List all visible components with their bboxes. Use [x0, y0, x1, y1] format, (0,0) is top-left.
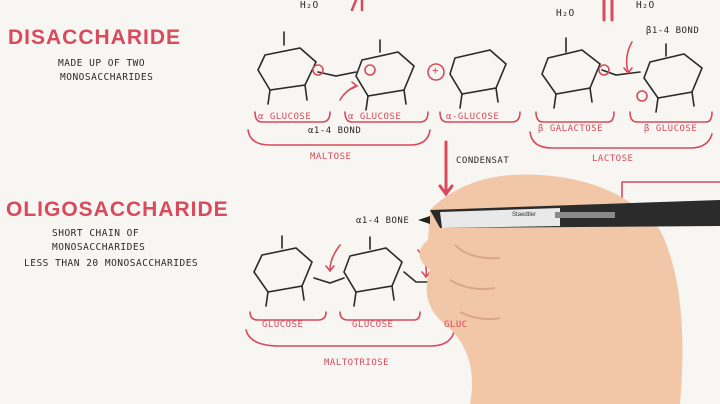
disaccharide-desc-1: MADE UP OF TWO [58, 58, 146, 69]
galactose-ring [541, 49, 601, 95]
bracket-maltotriose [245, 329, 455, 347]
oligo-unit-glucose-1: GLUCOSE [262, 320, 304, 330]
disaccharide-desc-2: MONOSACCHARIDES [60, 72, 154, 83]
pen-brand: Staedtler [512, 212, 537, 218]
alpha-bond-label: α1-4 BOND [308, 126, 362, 136]
oligo-bond-label: α1-4 BONE [356, 216, 410, 226]
unit-label-alpha-glucose-3: α-GLUCOSE [446, 112, 500, 122]
lactose-glucose-ring [643, 53, 703, 99]
hand-with-pen [418, 174, 720, 404]
whiteboard-canvas: H₂O H₂O H₂O DISACCHARIDE MADE UP OF TWO … [0, 0, 720, 404]
water-label-right-2: H₂O [636, 0, 655, 11]
water-label-right-1: H₂O [556, 8, 575, 19]
unit-label-alpha-glucose-2: α GLUCOSE [348, 112, 402, 122]
bracket-glucose-2 [339, 311, 421, 321]
condensation-label: CONDENSAT [456, 156, 510, 166]
oligo-unit-glucose-2: GLUCOSE [352, 320, 394, 330]
oligosaccharide-desc-1: SHORT CHAIN OF [52, 228, 140, 239]
disaccharide-heading: DISACCHARIDE [8, 26, 182, 49]
bracket-lactose [529, 131, 713, 149]
beta-bond-label: β1-4 BOND [646, 26, 700, 36]
maltotriose-ring-2 [343, 247, 403, 293]
lactose-label: LACTOSE [592, 154, 634, 164]
water-label-left: H₂O [300, 0, 319, 11]
maltotriose-ring-1 [253, 247, 313, 293]
oligosaccharide-heading: OLIGOSACCHARIDE [6, 198, 229, 221]
glucose-ring-1 [257, 47, 317, 91]
unit-label-beta-galactose: β GALACTOSE [538, 124, 604, 134]
oligosaccharide-desc-3: LESS THAN 20 MONOSACCHARIDES [24, 258, 199, 269]
glucose-ring-2 [355, 51, 415, 97]
glucose-ring-3 [449, 49, 507, 95]
unit-label-beta-glucose: β GLUCOSE [644, 124, 698, 134]
bracket-galactose [535, 111, 615, 123]
oligosaccharide-desc-2: MONOSACCHARIDES [52, 242, 146, 253]
maltotriose-label: MALTOTRIOSE [324, 358, 390, 368]
bracket-lactose-glucose [629, 111, 713, 123]
bracket-glucose-1 [249, 311, 327, 321]
plus-sign: + [432, 64, 440, 77]
unit-label-alpha-glucose-1: α GLUCOSE [258, 112, 312, 122]
maltose-label: MALTOSE [310, 152, 352, 162]
oligo-unit-glucose-3: GLUC [444, 320, 468, 330]
